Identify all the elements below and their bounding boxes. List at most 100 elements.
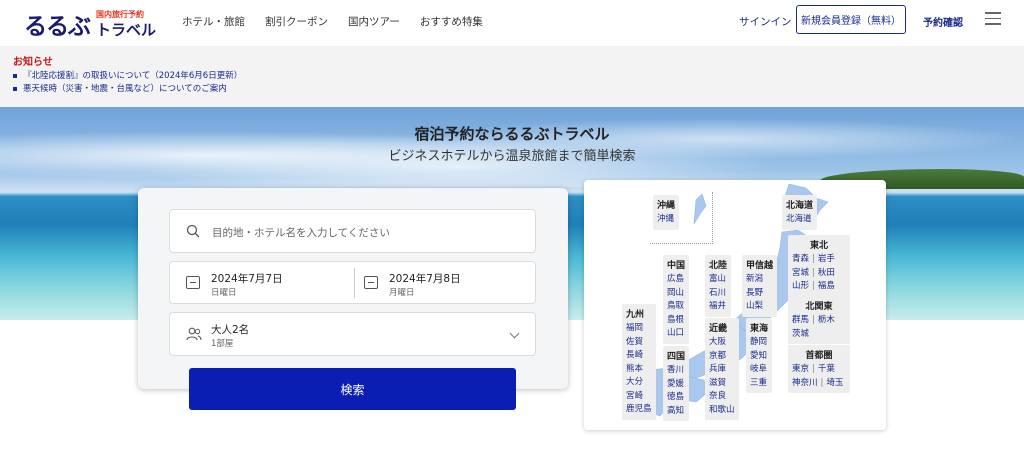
region-okinawa[interactable]: 沖縄 沖縄 <box>653 195 680 230</box>
nav-item-tours[interactable]: 国内ツアー <box>348 14 400 29</box>
region-kitakanto: 北関東 群馬 | 栃木 茨城 <box>788 296 850 344</box>
checkin-weekday: 日曜日 <box>211 288 237 298</box>
pref-link[interactable]: 新潟 <box>746 273 773 287</box>
site-header: るるぶ 国内旅行予約 トラベル ホテル・旅館 割引クーポン 国内ツアー おすすめ… <box>0 0 1024 46</box>
nav-item-hotels[interactable]: ホテル・旅館 <box>182 14 245 29</box>
pref-link[interactable]: 富山 <box>709 273 727 287</box>
pref-link[interactable]: 福島 <box>818 281 835 291</box>
pref-link[interactable]: 宮城 <box>792 268 809 278</box>
pref-link[interactable]: 長野 <box>746 287 773 301</box>
pref-link[interactable]: 岡山 <box>667 287 685 301</box>
checkin-date-text: 2024年7月7日 <box>211 273 283 285</box>
region-kinki: 近畿 大阪 京都 兵庫 滋賀 奈良 和歌山 <box>705 318 739 420</box>
pref-link[interactable]: 埼玉 <box>826 378 843 388</box>
region-shutoken: 首都圏 東京 | 千葉 神奈川 | 埼玉 <box>788 345 850 393</box>
checkout-weekday: 月曜日 <box>389 288 415 298</box>
pref-link[interactable]: 香川 <box>667 364 685 378</box>
pref-link[interactable]: 奈良 <box>709 390 735 404</box>
guests-count: 大人2名 <box>211 324 250 336</box>
pref-link[interactable]: 青森 <box>792 254 809 264</box>
pref-link[interactable]: 長崎 <box>626 349 652 363</box>
pref-link[interactable]: 神奈川 <box>792 378 818 388</box>
chevron-down-icon <box>509 328 520 339</box>
japan-region-map: 沖縄 沖縄 北海道 北海道 東北 青森 | 岩手 宮城 | 秋田 山形 | 福島 北関東 群… <box>584 180 886 430</box>
hero-title: 宿泊予約ならるるぶトラベル <box>414 125 610 143</box>
pref-link[interactable]: 秋田 <box>818 268 835 278</box>
pref-link[interactable]: 石川 <box>709 287 727 301</box>
pref-link[interactable]: 鹿児島 <box>626 403 652 417</box>
destination-input[interactable]: 目的地・ホテル名を入力してください <box>169 209 536 253</box>
pref-link[interactable]: 静岡 <box>750 336 768 350</box>
pref-link[interactable]: 兵庫 <box>709 363 735 377</box>
pref-link[interactable]: 栃木 <box>818 315 835 325</box>
pref-link[interactable]: 鳥取 <box>667 300 685 314</box>
region-tohoku: 東北 青森 | 岩手 宮城 | 秋田 山形 | 福島 <box>788 235 850 297</box>
pref-link[interactable]: 山梨 <box>746 300 773 314</box>
pref-link[interactable]: 三重 <box>750 377 768 391</box>
pref-link[interactable]: 京都 <box>709 350 735 364</box>
pref-link[interactable]: 広島 <box>667 273 685 287</box>
rooms-count: 1部屋 <box>211 339 234 349</box>
pref-link[interactable]: 大分 <box>626 376 652 390</box>
region-hokkaido[interactable]: 北海道 北海道 <box>782 195 818 230</box>
nav-item-coupons[interactable]: 割引クーポン <box>265 14 328 29</box>
notice-title: お知らせ <box>13 57 53 68</box>
pref-link[interactable]: 宮崎 <box>626 390 652 404</box>
region-kyushu: 九州 福岡 佐賀 長崎 熊本 大分 宮崎 鹿児島 <box>622 304 656 420</box>
pref-link[interactable]: 福井 <box>709 300 727 314</box>
pref-link[interactable]: 東京 <box>792 364 809 374</box>
pref-link[interactable]: 島根 <box>667 314 685 328</box>
destination-placeholder: 目的地・ホテル名を入力してください <box>212 227 390 239</box>
signin-link[interactable]: サインイン <box>739 14 792 29</box>
pref-link[interactable]: 岩手 <box>818 254 835 264</box>
pref-link[interactable]: 北海道 <box>786 213 813 227</box>
logo-travel-text: トラベル <box>96 21 157 39</box>
notice-list: 『北陸応援割』の取扱いについて（2024年6月6日更新） 悪天候時（災害・地震・… <box>13 70 242 96</box>
pref-link[interactable]: 和歌山 <box>709 404 735 418</box>
menu-icon[interactable] <box>985 12 1001 25</box>
region-chugoku: 中国 広島 岡山 鳥取 島根 山口 <box>663 255 690 344</box>
pref-link[interactable]: 茨城 <box>792 329 809 339</box>
search-button[interactable]: 検索 <box>189 368 516 410</box>
pref-link[interactable]: 群馬 <box>792 315 809 325</box>
pref-link[interactable]: 沖縄 <box>657 213 675 227</box>
pref-link[interactable]: 山口 <box>667 327 685 341</box>
pref-link[interactable]: 徳島 <box>667 391 685 405</box>
main-nav: ホテル・旅館 割引クーポン 国内ツアー おすすめ特集 <box>182 14 483 29</box>
pref-link[interactable]: 愛媛 <box>667 378 685 392</box>
notice-item[interactable]: 悪天候時（災害・地震・台風など）についてのご案内 <box>13 83 242 96</box>
calendar-checkout-icon <box>364 276 378 289</box>
pref-link[interactable]: 大阪 <box>709 336 735 350</box>
region-tokai: 東海 静岡 愛知 岐阜 三重 <box>746 318 773 393</box>
checkout-date-text: 2024年7月8日 <box>389 273 461 285</box>
pref-link[interactable]: 高知 <box>667 405 685 419</box>
search-icon <box>186 224 200 238</box>
pref-link[interactable]: 千葉 <box>818 364 835 374</box>
pref-link[interactable]: 熊本 <box>626 363 652 377</box>
date-range-field: 2024年7月7日 日曜日 2024年7月8日 月曜日 <box>169 261 536 304</box>
region-koshinetsu: 甲信越 新潟 長野 山梨 <box>742 255 778 317</box>
reservation-check-link[interactable]: 予約確認 <box>923 14 963 29</box>
pref-link[interactable]: 滋賀 <box>709 377 735 391</box>
checkin-date[interactable]: 2024年7月7日 日曜日 <box>170 262 354 303</box>
nav-item-features[interactable]: おすすめ特集 <box>420 14 483 29</box>
pref-link[interactable]: 福岡 <box>626 322 652 336</box>
people-icon <box>186 327 202 341</box>
bullet-icon <box>13 86 17 91</box>
site-logo[interactable]: るるぶ 国内旅行予約 トラベル <box>24 7 156 40</box>
guests-selector[interactable]: 大人2名 1部屋 <box>169 312 536 356</box>
region-hokuriku: 北陸 富山 石川 福井 <box>705 255 732 317</box>
search-panel: 目的地・ホテル名を入力してください 2024年7月7日 日曜日 2024年7月8… <box>138 188 568 389</box>
region-shikoku: 四国 香川 愛媛 徳島 高知 <box>663 346 690 421</box>
logo-main-text: るるぶ <box>24 14 91 40</box>
hero-subtitle: ビジネスホテルから温泉旅館まで簡単検索 <box>388 149 636 164</box>
register-button[interactable]: 新規会員登録（無料） <box>796 5 906 34</box>
pref-link[interactable]: 山形 <box>792 281 809 291</box>
pref-link[interactable]: 愛知 <box>750 350 768 364</box>
notice-section: お知らせ 『北陸応援割』の取扱いについて（2024年6月6日更新） 悪天候時（災… <box>0 46 1024 107</box>
notice-item[interactable]: 『北陸応援割』の取扱いについて（2024年6月6日更新） <box>13 70 242 83</box>
checkout-date[interactable]: 2024年7月8日 月曜日 <box>348 262 532 303</box>
calendar-checkin-icon <box>186 276 200 289</box>
pref-link[interactable]: 岐阜 <box>750 363 768 377</box>
pref-link[interactable]: 佐賀 <box>626 336 652 350</box>
